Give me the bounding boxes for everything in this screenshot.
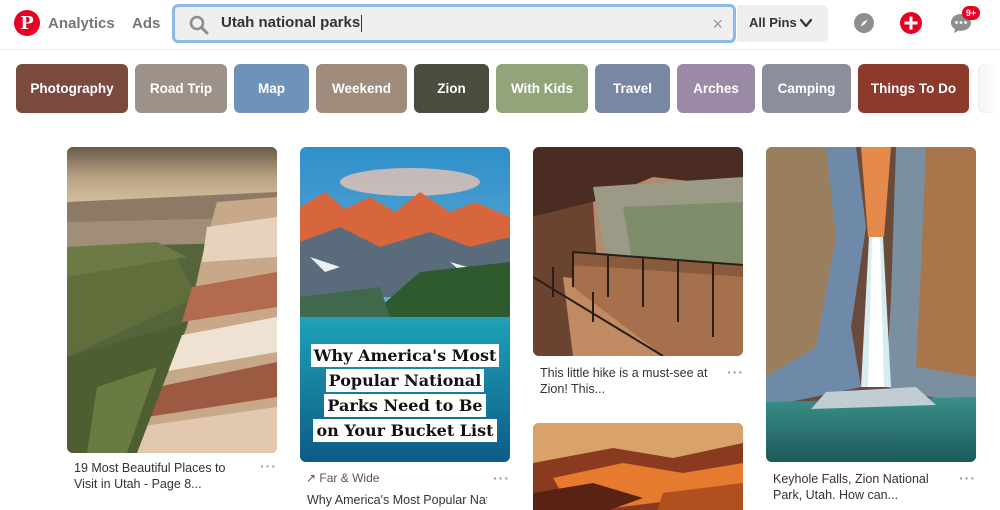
nav-analytics-link[interactable]: Analytics xyxy=(48,15,115,32)
text-cursor xyxy=(361,14,363,32)
pin-source-link[interactable]: ↗ Far & Wide xyxy=(306,471,379,485)
search-icon xyxy=(189,15,209,35)
overlay-line-4: on Your Bucket List xyxy=(313,419,497,442)
pin-image-utah-canyon[interactable] xyxy=(67,147,277,453)
chip-road-trip[interactable]: Road Trip xyxy=(135,64,227,113)
search-box[interactable]: Utah national parks × xyxy=(172,4,736,43)
chip-photography[interactable]: Photography xyxy=(16,64,128,113)
pin-more-options-icon[interactable]: ··· xyxy=(727,364,744,380)
chip-zion[interactable]: Zion xyxy=(414,64,489,113)
search-scope-label: All Pins xyxy=(749,15,797,30)
chip-arches[interactable]: Arches xyxy=(677,64,755,113)
pin-description[interactable]: 19 Most Beautiful Places to Visit in Uta… xyxy=(74,460,249,492)
nav-ads-link[interactable]: Ads xyxy=(132,15,160,32)
pin-image-keyhole-falls[interactable] xyxy=(766,147,976,462)
chip-with-kids[interactable]: With Kids xyxy=(496,64,588,113)
create-pin-plus-icon[interactable] xyxy=(899,11,923,35)
pin-description[interactable]: Why America's Most Popular National Park… xyxy=(307,492,487,508)
overlay-line-1: Why America's Most xyxy=(310,344,500,367)
notification-badge: 9+ xyxy=(962,6,980,20)
top-nav-bar: P Analytics Ads Utah national parks × Al… xyxy=(0,0,1000,50)
pin-more-options-icon[interactable]: ··· xyxy=(260,458,277,474)
pin-source-name: Far & Wide xyxy=(319,471,380,485)
chip-map[interactable]: Map xyxy=(234,64,309,113)
search-input[interactable]: Utah national parks xyxy=(221,14,363,32)
pin-image-national-parks[interactable]: Why America's Most Popular National Park… xyxy=(300,147,510,462)
pin-description[interactable]: Keyhole Falls, Zion National Park, Utah.… xyxy=(773,471,948,503)
pin-title-overlay: Why America's Most Popular National Park… xyxy=(300,343,510,443)
chip-camping[interactable]: Camping xyxy=(762,64,851,113)
overlay-line-3: Parks Need to Be xyxy=(324,394,486,417)
search-query-text: Utah national parks xyxy=(221,14,361,31)
chevron-down-icon xyxy=(799,18,813,28)
chips-fade xyxy=(968,60,1000,118)
chip-weekend[interactable]: Weekend xyxy=(316,64,407,113)
chip-things-to-do[interactable]: Things To Do xyxy=(858,64,969,113)
pin-description[interactable]: This little hike is a must-see at Zion! … xyxy=(540,365,710,397)
explore-compass-icon[interactable] xyxy=(852,11,876,35)
pin-more-options-icon[interactable]: ··· xyxy=(493,470,510,486)
clear-search-icon[interactable]: × xyxy=(712,15,723,33)
pinterest-logo[interactable]: P xyxy=(14,10,40,36)
pin-image-zion-bridge[interactable] xyxy=(533,147,743,356)
pin-image-slot-canyon[interactable] xyxy=(533,423,743,510)
pin-more-options-icon[interactable]: ··· xyxy=(959,470,976,486)
overlay-line-2: Popular National xyxy=(325,369,485,392)
chip-travel[interactable]: Travel xyxy=(595,64,670,113)
outbound-arrow-icon: ↗ xyxy=(306,471,317,485)
search-scope-dropdown[interactable]: All Pins xyxy=(737,5,828,42)
